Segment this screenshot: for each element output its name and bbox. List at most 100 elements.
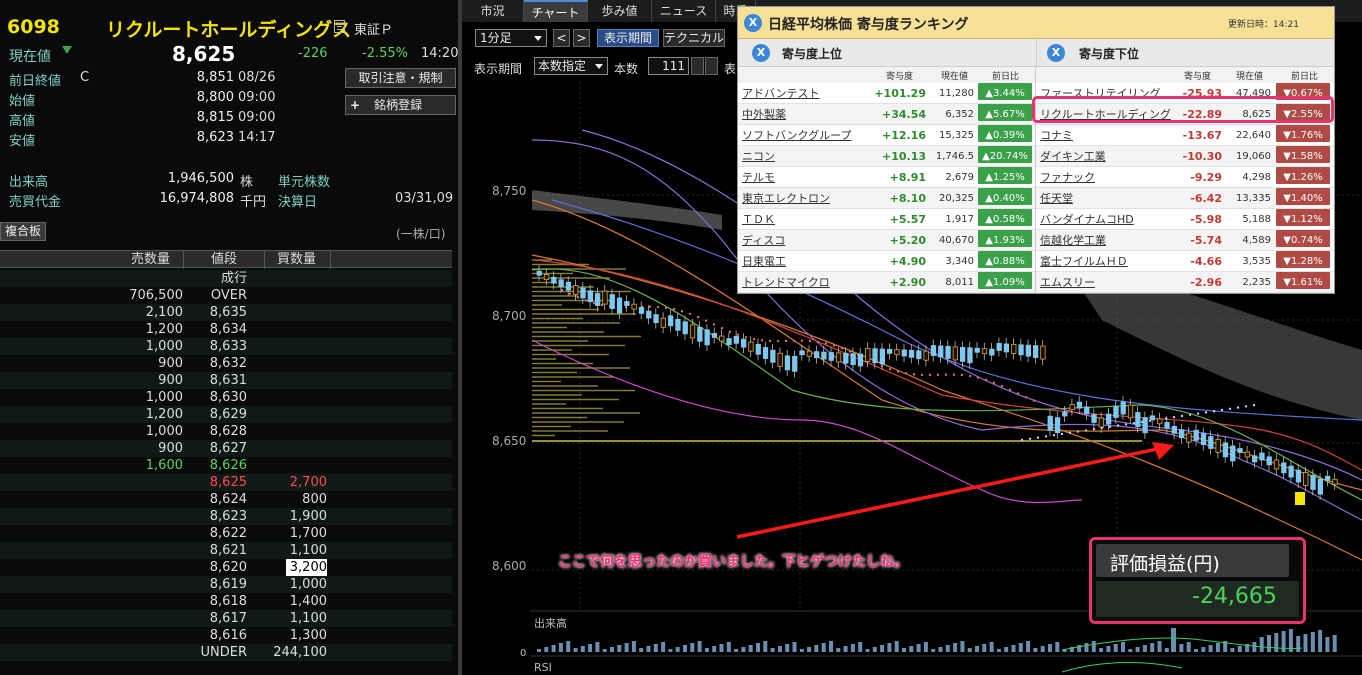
orderbook-row[interactable]: 900 8,627 xyxy=(0,440,452,457)
volume-bar xyxy=(844,646,848,652)
sar-dot xyxy=(913,373,915,375)
price-level[interactable]: 8,625 xyxy=(184,474,247,491)
price-level[interactable]: 8,622 xyxy=(184,525,247,542)
price-level[interactable]: 8,635 xyxy=(184,304,247,321)
orderbook-row[interactable]: 2,100 8,635 xyxy=(0,304,452,321)
price-level[interactable]: 成行 xyxy=(184,270,247,287)
price-level[interactable]: 8,623 xyxy=(184,508,247,525)
sar-dot xyxy=(713,323,715,325)
price-level[interactable]: 8,627 xyxy=(184,440,247,457)
price-level[interactable]: UNDER xyxy=(184,644,247,661)
price-level[interactable]: 8,621 xyxy=(184,542,247,559)
orderbook-row[interactable]: 1,000 8,633 xyxy=(0,338,452,355)
price-level[interactable]: 8,633 xyxy=(184,338,247,355)
candle-body xyxy=(880,349,885,364)
orderbook-row[interactable]: 1,000 8,628 xyxy=(0,423,452,440)
price-level[interactable]: 8,619 xyxy=(184,576,247,593)
price-level[interactable]: 8,631 xyxy=(184,372,247,389)
low-label: 安値 xyxy=(9,130,35,149)
stock-link[interactable]: アドバンテスト xyxy=(742,83,820,104)
stock-link[interactable]: 東京エレクトロン xyxy=(742,188,830,209)
volume-bar xyxy=(1165,648,1169,652)
orderbook-row[interactable]: 706,500 OVER xyxy=(0,287,452,304)
orderbook-row[interactable]: 8,624 800 xyxy=(0,491,452,508)
orderbook-row[interactable]: 900 8,631 xyxy=(0,372,452,389)
candle-body xyxy=(968,348,973,363)
candle-body xyxy=(1012,344,1017,353)
buy-qty: 1,100 xyxy=(256,610,327,627)
orderbook-row[interactable]: 8,622 1,700 xyxy=(0,525,452,542)
stock-link[interactable]: ＴＤＫ xyxy=(742,209,775,230)
price-level[interactable]: 8,632 xyxy=(184,355,247,372)
sar-dot xyxy=(665,307,667,309)
stock-link[interactable]: 中外製薬 xyxy=(742,104,786,125)
price-level[interactable]: 8,630 xyxy=(184,389,247,406)
price-level[interactable]: 8,618 xyxy=(184,593,247,610)
sar-dot xyxy=(569,293,571,295)
stock-link[interactable]: トレンドマイクロ xyxy=(742,272,830,293)
x-icon[interactable]: X xyxy=(1047,44,1065,62)
orderbook-title[interactable]: 複合板 xyxy=(0,222,46,241)
stock-link[interactable]: コナミ xyxy=(1040,125,1073,146)
orderbook-row[interactable]: 8,619 1,000 xyxy=(0,576,452,593)
price-level[interactable]: 8,629 xyxy=(184,406,247,423)
volume-bar xyxy=(931,649,935,652)
orderbook-row[interactable]: 1,200 8,634 xyxy=(0,321,452,338)
ranking-top-header: X 寄与度上位 xyxy=(738,39,1036,67)
orderbook-row[interactable]: 8,617 1,100 xyxy=(0,610,452,627)
orderbook-row[interactable]: 8,625 2,700 xyxy=(0,474,452,491)
register-stock-button[interactable]: + 銘柄登録 xyxy=(345,95,456,115)
price-level[interactable]: 8,616 xyxy=(184,627,247,644)
stock-link[interactable]: バンダイナムコHD xyxy=(1040,209,1134,230)
price-level[interactable]: 8,634 xyxy=(184,321,247,338)
sar-dot xyxy=(945,373,947,375)
volume-bar xyxy=(1114,644,1118,652)
candle-body xyxy=(661,318,666,327)
stock-link[interactable]: ニコン xyxy=(742,146,775,167)
orderbook-row[interactable]: 8,623 1,900 xyxy=(0,508,452,525)
stock-link[interactable]: ファナック xyxy=(1040,167,1095,188)
trade-notice-button[interactable]: 取引注意・規制 xyxy=(345,68,456,88)
candle-body xyxy=(1318,479,1323,494)
orderbook-row[interactable]: 1,200 8,629 xyxy=(0,406,452,423)
x-icon[interactable]: X xyxy=(744,14,762,32)
turnover-value: 16,974,808 xyxy=(120,191,234,206)
candle-body xyxy=(1004,344,1009,352)
orderbook-row[interactable]: 成行 xyxy=(0,270,452,287)
ranking-row: ディスコ +5.20 40,670 ▲1.93% 信越化学工業 -5.74 4,589 ▼0.… xyxy=(738,230,1334,251)
candle-body xyxy=(800,351,805,355)
stock-link[interactable]: ダイキン工業 xyxy=(1040,146,1106,167)
change-badge: ▼1.12% xyxy=(1276,209,1330,226)
sar-dot xyxy=(1017,392,1019,394)
low-time: 14:17 xyxy=(238,130,275,145)
price-level[interactable]: 8,624 xyxy=(184,491,247,508)
stock-link[interactable]: ディスコ xyxy=(742,230,785,251)
sar-dot xyxy=(833,344,835,346)
orderbook-row[interactable]: 1,000 8,630 xyxy=(0,389,452,406)
stock-link[interactable]: 信越化学工業 xyxy=(1040,230,1106,251)
price-level[interactable]: 8,617 xyxy=(184,610,247,627)
candle-body xyxy=(1048,416,1053,430)
orderbook-row[interactable]: 8,618 1,400 xyxy=(0,593,452,610)
stock-name: リクルートホールディングス xyxy=(106,15,351,42)
x-icon[interactable]: X xyxy=(752,44,770,62)
orderbook-row[interactable]: 8,616 1,300 xyxy=(0,627,452,644)
volume-bar xyxy=(1143,645,1147,652)
stock-link[interactable]: 任天堂 xyxy=(1040,188,1073,209)
orderbook-row[interactable]: 8,620 3,200 xyxy=(0,559,452,576)
price-level[interactable]: 8,620 xyxy=(184,559,247,576)
orderbook-row[interactable]: 8,621 1,100 xyxy=(0,542,452,559)
orderbook-row[interactable]: 1,600 8,626 xyxy=(0,457,452,474)
orderbook-row[interactable]: 900 8,632 xyxy=(0,355,452,372)
volume-bar xyxy=(1106,646,1110,652)
price-level[interactable]: OVER xyxy=(184,287,247,304)
stock-link[interactable]: ソフトバンクグループ xyxy=(742,125,851,146)
sar-dot xyxy=(1001,385,1003,387)
stock-link[interactable]: エムスリー xyxy=(1040,272,1095,293)
price-level[interactable]: 8,628 xyxy=(184,423,247,440)
price-level[interactable]: 8,626 xyxy=(184,457,247,474)
stock-link[interactable]: 富士フイルムＨＤ xyxy=(1040,251,1128,272)
stock-link[interactable]: テルモ xyxy=(742,167,775,188)
orderbook-row[interactable]: UNDER 244,100 xyxy=(0,644,452,661)
stock-link[interactable]: 日東電工 xyxy=(742,251,786,272)
